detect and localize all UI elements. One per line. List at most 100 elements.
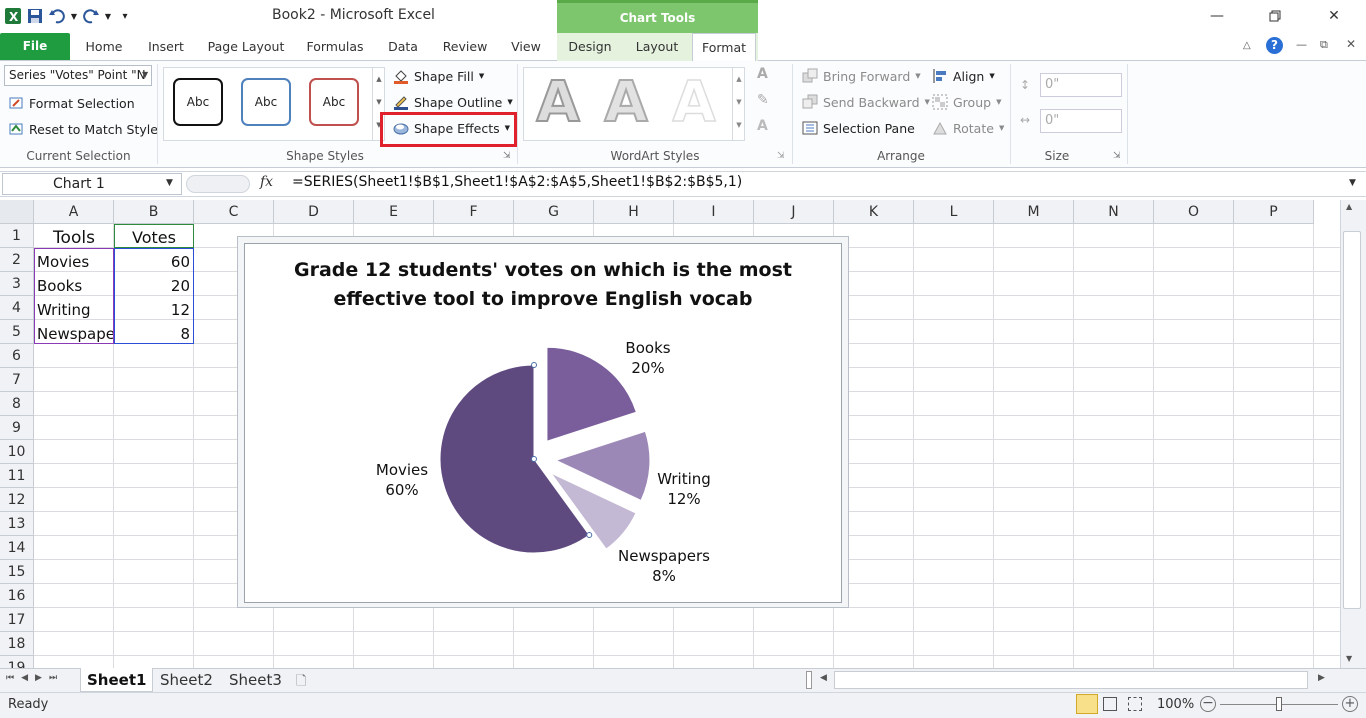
selection-handle[interactable] [531,362,537,368]
row-header-7[interactable]: 7 [0,368,34,392]
close-button[interactable]: ✕ [1321,6,1347,26]
column-header-n[interactable]: N [1074,200,1154,224]
row-header-6[interactable]: 6 [0,344,34,368]
text-effects-icon[interactable]: A [757,118,768,134]
combo-dropdown-icon[interactable]: ▼ [142,70,148,79]
data-label-newspapers[interactable]: Newspapers 8% [614,546,714,586]
tab-view[interactable]: View [504,33,548,61]
page-layout-view-icon[interactable] [1103,697,1117,711]
tab-page-layout[interactable]: Page Layout [202,33,290,61]
wordart-style-3[interactable]: A [664,69,724,136]
send-backward-button[interactable]: Send Backward ▼ [802,91,930,113]
selection-handle[interactable] [531,456,537,462]
row-header-3[interactable]: 3 [0,272,34,296]
select-all-corner[interactable] [0,200,34,224]
row-header-8[interactable]: 8 [0,392,34,416]
formula-text[interactable]: =SERIES(Sheet1!$B$1,Sheet1!$A$2:$A$5,She… [292,174,742,190]
tab-split-handle[interactable] [806,671,812,689]
rotate-button[interactable]: Rotate ▼ [932,117,1004,139]
row-header-4[interactable]: 4 [0,296,34,320]
row-header-11[interactable]: 11 [0,464,34,488]
minimize-ribbon-icon[interactable]: △ [1243,40,1251,51]
dialog-launcher-icon[interactable]: ⇲ [777,151,785,161]
name-box[interactable]: Chart 1 [2,173,182,195]
selection-pane-button[interactable]: Selection Pane [802,117,915,139]
column-header-j[interactable]: J [754,200,834,224]
tab-data[interactable]: Data [380,33,426,61]
pie-chart[interactable] [244,243,842,603]
save-icon[interactable] [26,7,44,25]
shape-height-input[interactable]: 0" [1040,73,1122,97]
tab-format[interactable]: Format [692,33,756,62]
row-header-14[interactable]: 14 [0,536,34,560]
row-header-15[interactable]: 15 [0,560,34,584]
align-button[interactable]: Align ▼ [932,65,995,87]
format-selection-button[interactable]: Format Selection [8,92,135,114]
tab-insert[interactable]: Insert [140,33,192,61]
column-header-m[interactable]: M [994,200,1074,224]
sheet-tab-sheet1[interactable]: Sheet1 [80,668,154,692]
column-header-k[interactable]: K [834,200,914,224]
wordart-style-1[interactable]: A [528,69,588,136]
horizontal-scroll-thumb[interactable] [834,671,1308,689]
sheet-tab-sheet2[interactable]: Sheet2 [154,668,219,692]
name-box-dropdown-icon[interactable]: ▼ [166,178,173,188]
column-header-o[interactable]: O [1154,200,1234,224]
column-header-b[interactable]: B [114,200,194,224]
dialog-launcher-icon[interactable]: ⇲ [503,151,511,161]
insert-function-icon[interactable]: fx [260,174,273,190]
column-header-l[interactable]: L [914,200,994,224]
customize-qat-icon[interactable]: ▾ [116,7,134,25]
data-label-books[interactable]: Books 20% [612,338,684,378]
sheet-nav-icons[interactable]: ⏮◀▶⏭ [6,673,64,683]
column-header-g[interactable]: G [514,200,594,224]
excel-logo-icon[interactable]: X [4,7,22,25]
column-header-a[interactable]: A [34,200,114,224]
scroll-up-icon[interactable]: ▲ [1346,202,1352,211]
undo-icon[interactable] [48,7,66,25]
text-outline-icon[interactable]: ✎ [757,92,769,108]
zoom-level[interactable]: 100% [1157,697,1194,712]
column-header-e[interactable]: E [354,200,434,224]
row-header-5[interactable]: 5 [0,320,34,344]
zoom-out-icon[interactable]: − [1200,696,1216,712]
chart-elements-combo[interactable]: Series "Votes" Point "N [4,65,152,86]
row-header-10[interactable]: 10 [0,440,34,464]
workbook-restore-icon[interactable]: ⧉ [1320,38,1328,52]
zoom-in-icon[interactable]: + [1342,696,1358,712]
row-header-13[interactable]: 13 [0,512,34,536]
data-label-movies[interactable]: Movies 60% [366,460,438,500]
shape-style-black[interactable]: Abc [173,78,223,126]
data-label-writing[interactable]: Writing 12% [648,469,720,509]
shape-fill-button[interactable]: Shape Fill ▼ [393,65,484,87]
insert-sheet-icon[interactable]: 🗋 [296,672,306,694]
minimize-button[interactable]: — [1204,6,1230,26]
bring-forward-button[interactable]: Bring Forward ▼ [802,65,921,87]
wordart-gallery-scroll[interactable]: ▲ ▼ ▼ [732,68,745,140]
tab-design[interactable]: Design [560,33,620,61]
workbook-close-icon[interactable]: ✕ [1346,37,1356,51]
zoom-slider-thumb[interactable] [1276,697,1282,711]
scroll-right-icon[interactable]: ▶ [1318,673,1325,683]
redo-dropdown-icon[interactable]: ▼ [104,7,112,25]
shape-style-blue[interactable]: Abc [241,78,291,126]
workbook-minimize-icon[interactable]: — [1296,38,1307,51]
dialog-launcher-icon[interactable]: ⇲ [1113,151,1121,161]
restore-button[interactable] [1262,6,1288,26]
tab-review[interactable]: Review [436,33,494,61]
shape-style-red[interactable]: Abc [309,78,359,126]
scroll-left-icon[interactable]: ◀ [820,673,827,683]
row-header-2[interactable]: 2 [0,248,34,272]
normal-view-icon[interactable] [1076,694,1098,714]
column-header-p[interactable]: P [1234,200,1314,224]
vertical-scroll-thumb[interactable] [1343,231,1361,609]
cell-a1[interactable]: Tools [34,226,114,250]
tab-layout[interactable]: Layout [626,33,688,61]
column-header-d[interactable]: D [274,200,354,224]
row-header-18[interactable]: 18 [0,632,34,656]
redo-icon[interactable] [82,7,100,25]
column-header-i[interactable]: I [674,200,754,224]
wordart-style-2[interactable]: A [596,69,656,136]
group-button[interactable]: Group ▼ [932,91,1001,113]
tab-file[interactable]: File [0,33,70,60]
